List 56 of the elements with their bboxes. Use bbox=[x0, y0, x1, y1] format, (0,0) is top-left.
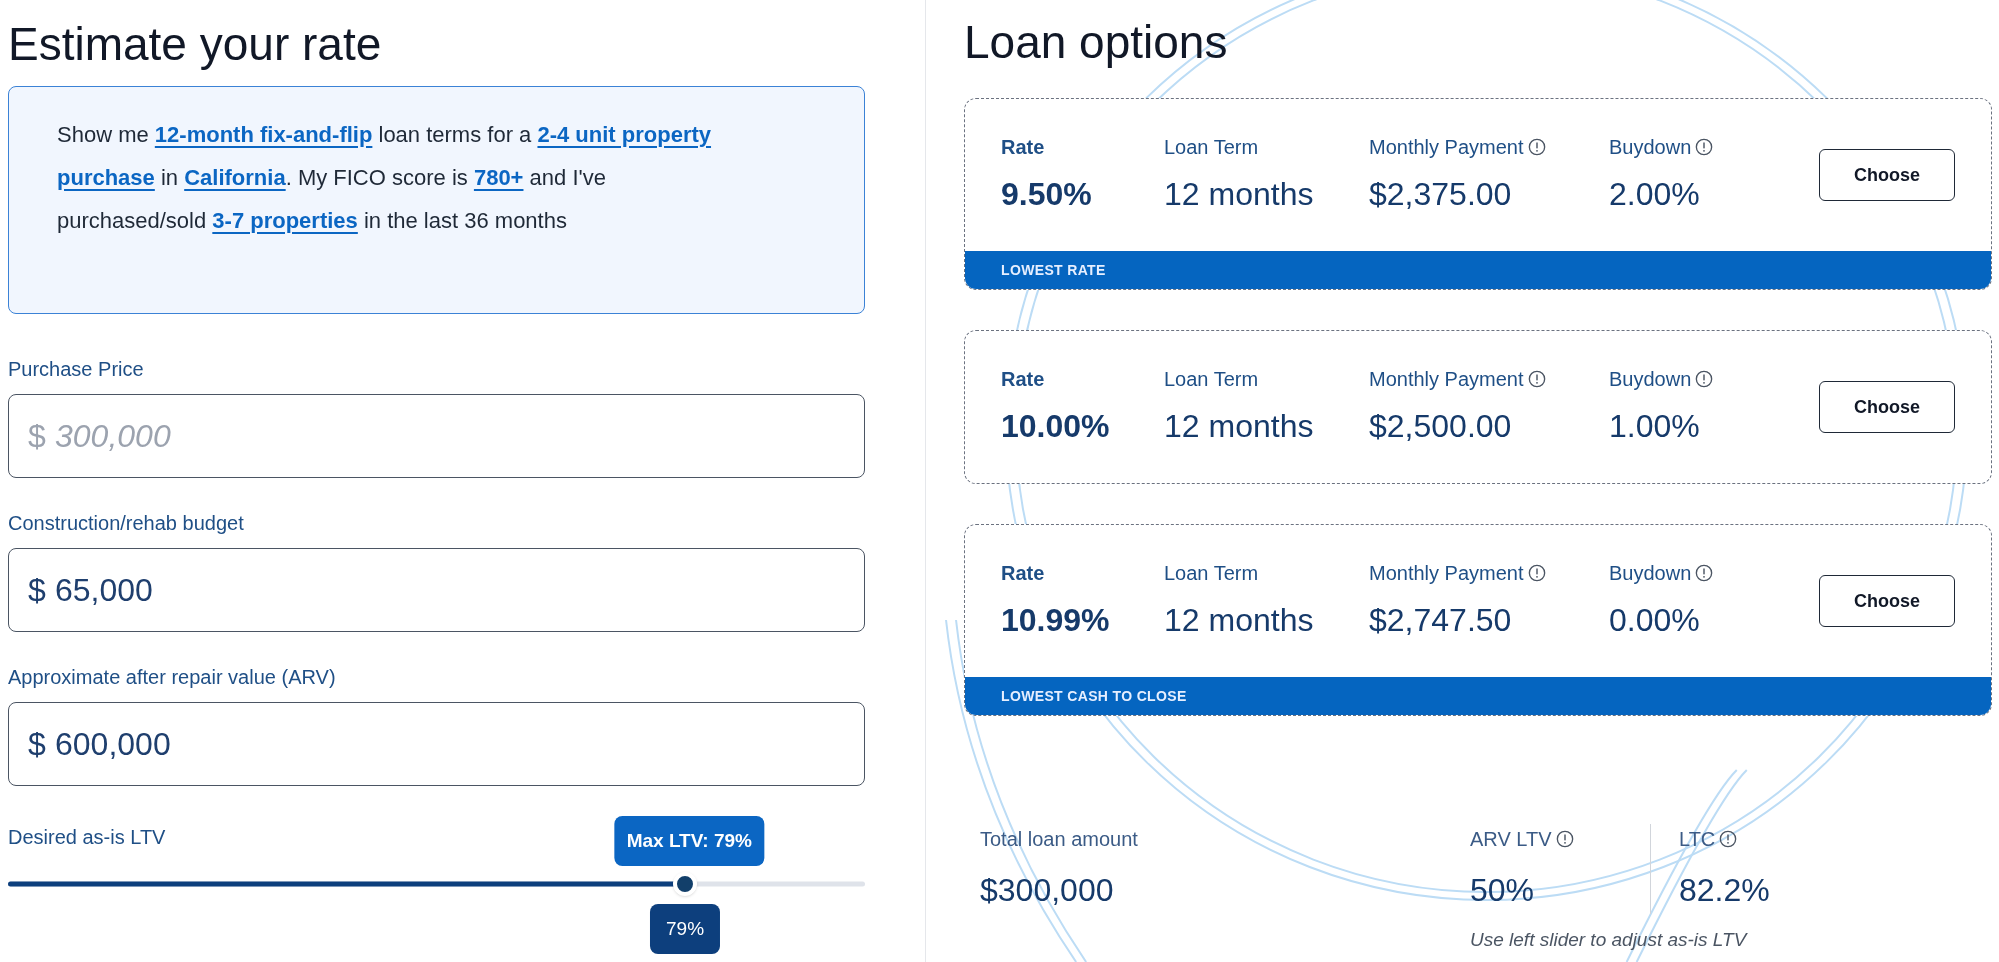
currency-prefix: $ bbox=[28, 420, 46, 452]
column-value: 9.50% bbox=[1001, 175, 1093, 214]
column-label: Loan Term bbox=[1164, 135, 1259, 160]
column-value: 10.99% bbox=[1001, 601, 1111, 640]
option-tag-bar: LOWEST CASH TO CLOSE bbox=[965, 677, 1991, 715]
summary-link[interactable]: 12-month fix-and-flip bbox=[154, 122, 373, 147]
slider-hint: Use left slider to adjust as-is LTV bbox=[1470, 928, 1749, 952]
field-label: Approximate after repair value (ARV) bbox=[8, 665, 337, 690]
column-value: 10.00% bbox=[1001, 407, 1111, 446]
currency-prefix: $ bbox=[28, 574, 46, 606]
metric-value: 50% bbox=[1470, 871, 1536, 910]
field-label: Purchase Price bbox=[8, 357, 145, 382]
column-label: Monthly Payment bbox=[1369, 367, 1524, 392]
summary-link[interactable]: California bbox=[184, 165, 286, 190]
summary-link[interactable]: 2-4 unit property bbox=[537, 122, 712, 147]
field-label: Construction/rehab budget bbox=[8, 511, 245, 536]
currency-prefix: $ bbox=[28, 728, 46, 760]
slider-label: Desired as-is LTV bbox=[8, 826, 166, 848]
choose-button[interactable]: Choose bbox=[1819, 575, 1955, 627]
column-value: $2,747.50 bbox=[1369, 601, 1513, 640]
column-value: 12 months bbox=[1164, 407, 1315, 446]
column-label: Buydown bbox=[1609, 367, 1692, 392]
metric-label: LTC bbox=[1679, 827, 1716, 852]
summary-sentence: Show me 12-month fix-and-flip loan terms for a 2-4 unit property purchase in California. My FICO score is 780+ and I've purchased/sold 3-7 properties in the last 36 months bbox=[57, 121, 713, 235]
column-value: 0.00% bbox=[1609, 601, 1701, 640]
page-title: Estimate your rate bbox=[8, 17, 383, 72]
column-value: 1.00% bbox=[1609, 407, 1701, 446]
column-label: Monthly Payment bbox=[1369, 561, 1524, 586]
column-value: $2,375.00 bbox=[1369, 175, 1513, 214]
column-label: Rate bbox=[1001, 561, 1045, 586]
column-value: 12 months bbox=[1164, 601, 1315, 640]
info-icon bbox=[1555, 830, 1574, 848]
column-value: 2.00% bbox=[1609, 175, 1701, 214]
column-value: $2,500.00 bbox=[1369, 407, 1513, 446]
column-label: Loan Term bbox=[1164, 367, 1259, 392]
total-loan-label: Total loan amount bbox=[980, 827, 1139, 852]
column-label: Buydown bbox=[1609, 561, 1692, 586]
info-icon bbox=[1719, 830, 1738, 848]
column-label: Monthly Payment bbox=[1369, 135, 1524, 160]
column-label: Rate bbox=[1001, 135, 1045, 160]
metric-label: ARV LTV bbox=[1470, 827, 1552, 852]
column-label: Rate bbox=[1001, 367, 1045, 392]
choose-button[interactable]: Choose bbox=[1819, 381, 1955, 433]
column-value: 12 months bbox=[1164, 175, 1315, 214]
column-label: Loan Term bbox=[1164, 561, 1259, 586]
column-label: Buydown bbox=[1609, 135, 1692, 160]
summary-link[interactable]: purchase bbox=[57, 165, 155, 190]
summary-link[interactable]: 780+ bbox=[473, 165, 524, 190]
choose-button[interactable]: Choose bbox=[1819, 149, 1955, 201]
metric-value: 82.2% bbox=[1679, 871, 1770, 910]
summary-link[interactable]: 3-7 properties bbox=[212, 208, 358, 233]
slider-value-bubble: 79% bbox=[650, 904, 721, 954]
max-ltv-tooltip: Max LTV: 79% bbox=[614, 816, 764, 866]
option-tag-bar: LOWEST RATE bbox=[965, 251, 1991, 289]
section-title: Loan options bbox=[964, 15, 1229, 70]
total-loan-value: $300,000 bbox=[980, 871, 1115, 910]
